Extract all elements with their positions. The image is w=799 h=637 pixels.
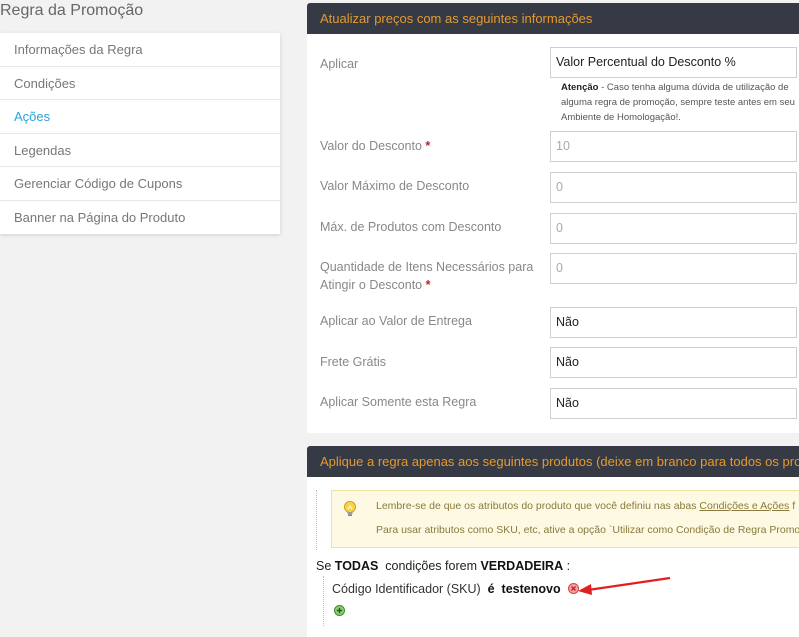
free-shipping-label: Frete Grátis bbox=[320, 355, 386, 369]
discount-amount-label-text: Valor do Desconto bbox=[320, 139, 422, 153]
free-shipping-select[interactable]: Não bbox=[550, 347, 797, 378]
apply-note-bold: Atenção bbox=[561, 82, 599, 93]
apply-select[interactable]: Valor Percentual do Desconto % bbox=[550, 47, 797, 78]
qty-required-label: Quantidade de Itens Necessários para Ati… bbox=[320, 258, 540, 294]
sku-value[interactable]: testenovo bbox=[502, 582, 561, 596]
conditions-panel: Aplique a regra apenas aos seguintes pro… bbox=[307, 446, 799, 637]
aggregator-select[interactable]: TODAS bbox=[335, 559, 379, 573]
condition-sku: Código Identificador (SKU) é testenovo bbox=[332, 582, 580, 596]
max-products-label: Máx. de Produtos com Desconto bbox=[320, 220, 502, 234]
info-line-1: Lembre-se de que os atributos do produto… bbox=[376, 500, 795, 512]
info-text-a: Lembre-se de que os atributos do produto… bbox=[376, 500, 700, 512]
value-select[interactable]: VERDADEIRA bbox=[480, 559, 563, 573]
tree-guide-line bbox=[323, 576, 324, 626]
sidebar-nav: Informações da Regra Condições Ações Leg… bbox=[0, 33, 280, 234]
info-box: Lembre-se de que os atributos do produto… bbox=[331, 490, 799, 548]
info-container: Lembre-se de que os atributos do produto… bbox=[316, 490, 799, 550]
sidebar-item-product-banner[interactable]: Banner na Página do Produto bbox=[0, 201, 280, 235]
cond-mid-text: condições forem bbox=[385, 559, 477, 573]
sidebar-item-conditions[interactable]: Condições bbox=[0, 67, 280, 100]
apply-label: Aplicar bbox=[320, 57, 359, 71]
sidebar-item-actions[interactable]: Ações bbox=[0, 100, 280, 134]
add-condition-icon[interactable] bbox=[334, 605, 345, 616]
stop-rules-label: Aplicar Somente esta Regra bbox=[320, 395, 477, 409]
condition-root: Se TODAS condições forem VERDADEIRA : bbox=[316, 559, 570, 573]
lightbulb-icon bbox=[344, 501, 356, 516]
max-products-input[interactable]: 0 bbox=[550, 213, 797, 244]
sidebar-item-rule-info[interactable]: Informações da Regra bbox=[0, 33, 280, 67]
discount-amount-input[interactable]: 10 bbox=[550, 131, 797, 162]
conditions-actions-link[interactable]: Condições e Ações bbox=[699, 500, 789, 512]
sku-attribute-label: Código Identificador (SKU) bbox=[332, 582, 481, 596]
cond-colon: : bbox=[566, 559, 571, 573]
required-marker: * bbox=[425, 278, 431, 292]
max-discount-input[interactable]: 0 bbox=[550, 172, 797, 203]
sku-operator[interactable]: é bbox=[488, 582, 495, 596]
conditions-panel-header: Aplique a regra apenas aos seguintes pro… bbox=[307, 446, 799, 477]
apply-shipping-label: Aplicar ao Valor de Entrega bbox=[320, 314, 472, 328]
apply-note: Atenção - Caso tenha alguma dúvida de ut… bbox=[561, 80, 797, 125]
required-marker: * bbox=[425, 139, 431, 153]
actions-panel: Atualizar preços com as seguintes inform… bbox=[307, 3, 799, 433]
qty-required-input[interactable]: 0 bbox=[550, 253, 797, 284]
max-discount-label: Valor Máximo de Desconto bbox=[320, 179, 470, 193]
actions-panel-header: Atualizar preços com as seguintes inform… bbox=[307, 3, 799, 34]
sidebar-item-manage-coupons[interactable]: Gerenciar Código de Cupons bbox=[0, 167, 280, 201]
info-text-b: f bbox=[789, 500, 796, 512]
discount-amount-label: Valor do Desconto * bbox=[320, 137, 540, 155]
apply-shipping-select[interactable]: Não bbox=[550, 307, 797, 338]
sidebar-item-labels[interactable]: Legendas bbox=[0, 134, 280, 167]
stop-rules-select[interactable]: Não bbox=[550, 388, 797, 419]
info-line-2: Para usar atributos como SKU, etc, ative… bbox=[376, 524, 799, 536]
sidebar-title: Regra da Promoção bbox=[0, 2, 144, 19]
arrow-annotation bbox=[578, 576, 671, 595]
cond-if-text: Se bbox=[316, 559, 332, 573]
